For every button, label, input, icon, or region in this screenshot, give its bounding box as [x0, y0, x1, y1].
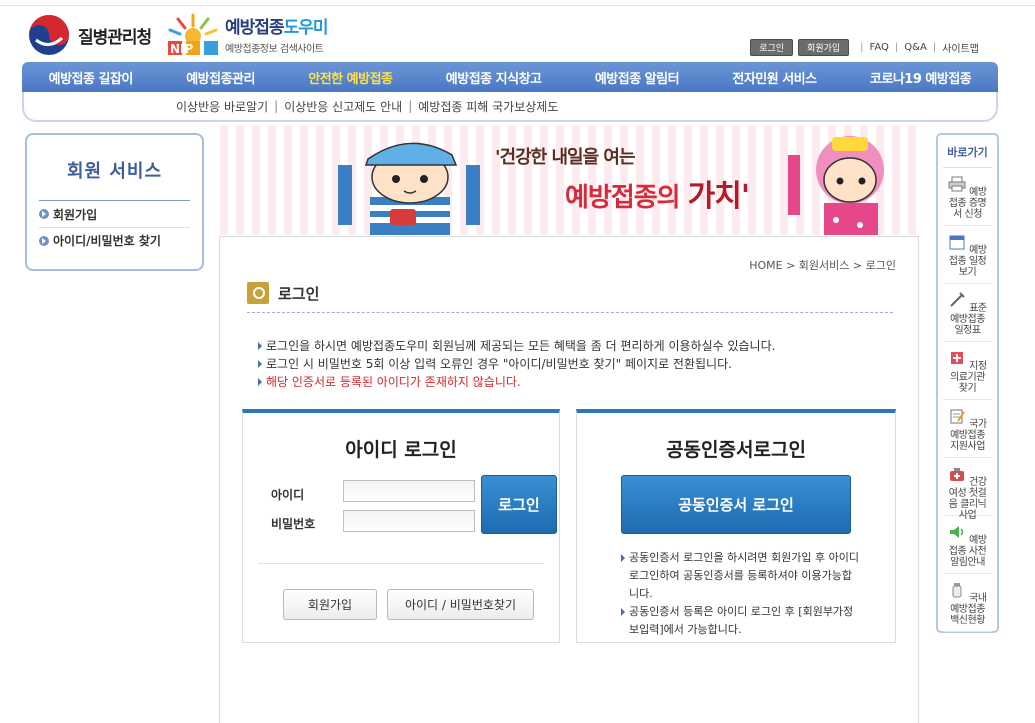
qna-link[interactable]: Q&A	[904, 42, 927, 53]
gnb-guide[interactable]: 예방접종 길잡이	[49, 68, 134, 87]
cert-note: 공동인증서 로그인을 하시려면 회원가입 후 아이디 로그인하여 공동인증서를 …	[629, 551, 860, 600]
gnb-covid19[interactable]: 코로나19 예방접종	[870, 68, 972, 87]
join-button[interactable]: 회원가입	[283, 589, 377, 620]
top-banner: '건강한 내일을 여는 예방접종의 가치'	[220, 125, 920, 235]
breadcrumb: HOME > 회원서비스 > 로그인	[749, 259, 896, 272]
quick-links: 바로가기 예방접종 증명서 신청 예방접종 일정보기 표준예방접종 일정표 지정…	[936, 133, 999, 633]
gnb-management[interactable]: 예방접종관리	[186, 68, 255, 87]
quick-advance-notice[interactable]: 예방접종 사전알림안내	[943, 516, 992, 574]
login-link[interactable]: 로그인	[750, 39, 794, 56]
cert-login-panel: 공동인증서로그인 공동인증서 로그인 공동인증서 로그인을 하시려면 회원가입 …	[576, 409, 896, 643]
cert-note: 공동인증서 등록은 아이디 로그인 후 [회원부가정보입력]에서 가능합니다.	[629, 605, 854, 636]
notice-item: 로그인을 하시면 예방접종도우미 회원님께 제공되는 모든 혜택을 좀 더 편리…	[266, 339, 776, 353]
printer-icon	[948, 176, 966, 192]
notice-list: 로그인을 하시면 예방접종도우미 회원님께 제공되는 모든 혜택을 좀 더 편리…	[258, 337, 775, 391]
join-link[interactable]: 회원가입	[798, 39, 850, 56]
banner-slogan-line2: 예방접종의 가치'	[565, 179, 750, 214]
content-area: HOME > 회원서비스 > 로그인 로그인 로그인을 하시면 예방접종도우미 …	[219, 236, 919, 723]
bullet-arrow-icon	[258, 342, 262, 350]
notice-item: 로그인 시 비밀번호 5회 이상 입력 오류인 경우 "아이디/비밀번호 찾기"…	[266, 357, 732, 371]
quick-standard-schedule[interactable]: 표준예방접종 일정표	[943, 284, 992, 342]
id-login-panel: 아이디 로그인 아이디 비밀번호 로그인 회원가입 아이디 / 비밀번호찾기	[242, 409, 560, 643]
medkit-icon	[950, 468, 965, 481]
svg-text:NIP: NIP	[170, 42, 194, 56]
nip-logo[interactable]: NIP 예방접종도우미 예방접종정보 검색사이트	[167, 12, 328, 56]
side-item-join[interactable]: 회원가입	[39, 201, 202, 227]
breadcrumb-current: 로그인	[865, 259, 896, 272]
cert-login-title: 공동인증서로그인	[666, 439, 806, 461]
sub-nav: 이상반응 바로알기 | 이상반응 신고제도 안내 | 예방접종 피해 국가보상제…	[22, 92, 998, 122]
side-item-find-account[interactable]: 아이디/비밀번호 찾기	[39, 227, 190, 253]
quick-national-program[interactable]: 국가예방접종 지원사업	[943, 400, 992, 458]
page-title: 로그인	[278, 284, 320, 303]
quick-women-clinic[interactable]: 건강여성 첫걸음 클리닉사업	[943, 458, 992, 521]
gnb-safe-vaccination[interactable]: 안전한 예방접종	[308, 68, 393, 87]
find-account-button[interactable]: 아이디 / 비밀번호찾기	[387, 589, 534, 620]
cert-notes: 공동인증서 로그인을 하시려면 회원가입 후 아이디 로그인하여 공동인증서를 …	[621, 549, 861, 639]
cert-login-button[interactable]: 공동인증서 로그인	[621, 475, 851, 534]
calendar-icon	[949, 235, 965, 250]
nip-subtitle: 예방접종정보 검색사이트	[225, 44, 324, 55]
login-button[interactable]: 로그인	[481, 475, 557, 534]
boy-character-icon	[338, 142, 480, 235]
bullet-arrow-icon	[621, 554, 625, 562]
password-label: 비밀번호	[271, 517, 316, 531]
vial-icon	[952, 583, 962, 598]
banner-slogan-line1: '건강한 내일을 여는	[495, 147, 636, 168]
arrow-circle-icon	[39, 235, 49, 246]
quick-vaccine-status[interactable]: 국내예방접종 백신현황	[943, 574, 992, 632]
nip-title: 예방접종도우미	[225, 18, 328, 38]
taeguk-icon	[29, 15, 69, 55]
subnav-report-system[interactable]: 이상반응 신고제도 안내	[284, 98, 402, 115]
gnb-notice[interactable]: 예방접종 알림터	[595, 68, 680, 87]
utility-nav: 로그인 회원가입 | FAQ | Q&A | 사이트맵	[750, 39, 979, 56]
nip-sun-icon: NIP	[167, 12, 219, 56]
kdca-name: 질병관리청	[78, 27, 152, 48]
quick-certificate[interactable]: 예방접종 증명서 신청	[943, 168, 992, 226]
sitemap-link[interactable]: 사이트맵	[942, 40, 979, 55]
side-menu: 회원 서비스 회원가입 아이디/비밀번호 찾기	[25, 133, 204, 271]
breadcrumb-member[interactable]: 회원서비스	[799, 259, 850, 272]
subnav-compensation[interactable]: 예방접종 피해 국가보상제도	[418, 98, 558, 115]
syringe-icon	[950, 292, 966, 307]
girl-character-icon	[788, 136, 884, 235]
main-nav: 예방접종 길잡이 예방접종관리 안전한 예방접종 예방접종 지식창고 예방접종 …	[22, 62, 998, 92]
quick-schedule[interactable]: 예방접종 일정보기	[943, 226, 992, 284]
gnb-knowledge[interactable]: 예방접종 지식창고	[446, 68, 542, 87]
id-input[interactable]	[343, 480, 475, 502]
id-login-title: 아이디 로그인	[345, 439, 457, 461]
memo-icon	[950, 409, 966, 424]
breadcrumb-home[interactable]: HOME	[749, 259, 782, 272]
subnav-adverse-reaction[interactable]: 이상반응 바로알기	[176, 98, 268, 115]
quick-links-title: 바로가기	[943, 144, 992, 168]
password-input[interactable]	[343, 510, 475, 532]
side-menu-title: 회원 서비스	[66, 161, 163, 182]
error-message: 해당 인증서로 등록된 아이디가 존재하지 않습니다.	[266, 375, 521, 389]
quick-find-hospital[interactable]: 지정의료기관 찾기	[943, 342, 992, 400]
top-divider	[0, 5, 1035, 6]
bullet-arrow-icon	[258, 378, 262, 386]
bullet-arrow-icon	[621, 608, 625, 616]
gnb-e-service[interactable]: 전자민원 서비스	[732, 68, 817, 87]
hospital-icon	[951, 352, 964, 364]
title-badge-icon	[247, 282, 269, 304]
speaker-icon	[950, 526, 964, 538]
arrow-circle-icon	[39, 209, 49, 219]
id-label: 아이디	[271, 488, 305, 502]
bullet-arrow-icon	[258, 360, 262, 368]
faq-link[interactable]: FAQ	[870, 42, 889, 53]
kdca-logo[interactable]: 질병관리청	[28, 14, 152, 56]
